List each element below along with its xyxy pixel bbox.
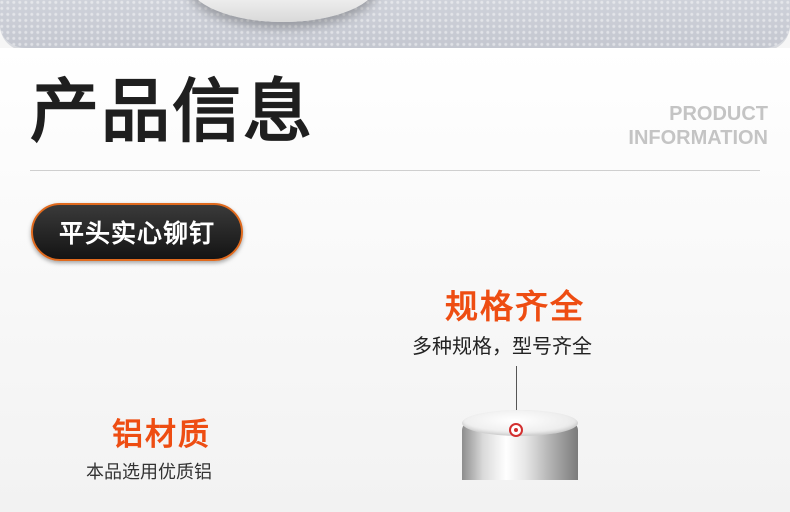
top-banner-image [0, 0, 790, 51]
product-name-label: 平头实心铆钉 [58, 219, 215, 248]
product-image-bottom [188, 0, 378, 22]
feature-title-specs: 规格齐全 [445, 287, 585, 326]
callout-target-icon [509, 423, 523, 437]
feature-desc-material: 本品选用优质铝 [86, 462, 212, 483]
section-title-en: PRODUCT INFORMATION [628, 102, 768, 150]
feature-title-material: 铝材质 [112, 417, 211, 453]
section-divider [30, 170, 760, 171]
feature-desc-specs: 多种规格，型号齐全 [412, 334, 592, 358]
section-title-cn: 产品信息 [30, 72, 314, 152]
title-en-line2: INFORMATION [628, 127, 768, 149]
product-name-badge: 平头实心铆钉 [31, 203, 243, 261]
title-en-line1: PRODUCT [669, 103, 768, 125]
